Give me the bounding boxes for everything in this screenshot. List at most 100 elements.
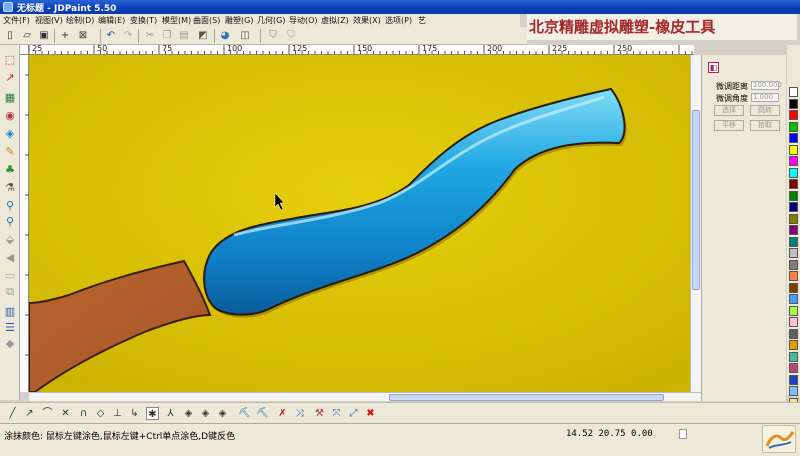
undo-icon[interactable]: ↶ bbox=[104, 29, 118, 42]
color-swatch[interactable] bbox=[789, 386, 798, 396]
snap-icon[interactable]: ✱ bbox=[146, 407, 159, 420]
color-swatch[interactable] bbox=[789, 121, 798, 132]
color-swatch[interactable] bbox=[789, 133, 798, 143]
menu-art[interactable]: 艺 bbox=[418, 15, 426, 26]
redo-icon[interactable]: ↷ bbox=[121, 29, 135, 42]
color-swatch[interactable] bbox=[789, 190, 798, 201]
sculpt-canvas[interactable] bbox=[29, 55, 690, 392]
color-swatch[interactable] bbox=[789, 236, 798, 247]
color-swatch[interactable] bbox=[789, 363, 798, 373]
menu-effect[interactable]: 效果(X) bbox=[353, 15, 381, 26]
select-icon[interactable]: ⬚ bbox=[3, 53, 17, 67]
horizontal-scrollbar[interactable] bbox=[29, 392, 701, 401]
color-swatch[interactable] bbox=[789, 248, 798, 258]
menu-surface[interactable]: 曲面(S) bbox=[193, 15, 220, 26]
pick-button[interactable]: 拾取 bbox=[750, 120, 780, 131]
view-icon[interactable]: ◫ bbox=[238, 29, 252, 42]
color-swatch[interactable] bbox=[789, 374, 798, 385]
layer-icon[interactable]: ▦ bbox=[3, 91, 17, 105]
menu-draw[interactable]: 绘制(D) bbox=[66, 15, 94, 26]
grid-icon[interactable]: ▥ bbox=[3, 305, 17, 319]
cross-icon[interactable]: ✕ bbox=[59, 407, 72, 420]
menu-virtual[interactable]: 虚拟(Z) bbox=[321, 15, 349, 26]
copy-b-icon[interactable]: ◩ bbox=[196, 29, 210, 42]
color-swatch[interactable] bbox=[789, 98, 798, 109]
menu-guide[interactable]: 导动(O) bbox=[289, 15, 318, 26]
color-swatch[interactable] bbox=[789, 156, 798, 166]
pan-button[interactable]: 平移 bbox=[714, 120, 744, 131]
color-swatch[interactable] bbox=[789, 317, 798, 327]
curve-icon[interactable]: ∩ bbox=[77, 407, 90, 420]
eraser-icon[interactable]: ⬙ bbox=[3, 233, 17, 247]
node-icon[interactable]: ⅄ bbox=[164, 407, 177, 420]
color-swatch[interactable] bbox=[789, 271, 798, 281]
relief-view[interactable] bbox=[29, 55, 690, 392]
list-icon[interactable]: ☰ bbox=[3, 321, 17, 335]
brush-b-icon[interactable]: ⛏ bbox=[256, 407, 269, 420]
jump-button[interactable]: 跳转 bbox=[750, 105, 780, 116]
menu-transform[interactable]: 变换(T) bbox=[130, 15, 157, 26]
horizontal-scroll-thumb[interactable] bbox=[389, 394, 664, 401]
color-swatch[interactable] bbox=[789, 110, 798, 120]
polyline-icon[interactable]: ↗ bbox=[23, 407, 36, 420]
zoom-box-icon[interactable]: ⊠ bbox=[76, 29, 90, 42]
color-swatch[interactable] bbox=[789, 294, 798, 304]
color-swatch[interactable] bbox=[789, 167, 798, 178]
menu-model[interactable]: 模型(M) bbox=[162, 15, 191, 26]
nudge-angle-input[interactable]: 1.000 bbox=[751, 93, 779, 102]
tool-c-icon[interactable]: ⤢ bbox=[347, 407, 360, 420]
drop-icon[interactable]: ⚲ bbox=[3, 215, 17, 229]
color-swatch[interactable] bbox=[789, 213, 798, 224]
arc-icon[interactable]: ⌒ bbox=[41, 407, 54, 420]
cross-b-icon[interactable]: ⤨ bbox=[293, 407, 306, 420]
flask-icon[interactable]: ⚗ bbox=[3, 181, 17, 195]
paste-icon[interactable]: ▤ bbox=[177, 29, 191, 42]
color-swatch[interactable] bbox=[789, 87, 798, 97]
nudge-distance-input[interactable]: 100.000 bbox=[751, 81, 782, 90]
color-swatch[interactable] bbox=[789, 305, 798, 316]
menu-options[interactable]: 选项(P) bbox=[385, 15, 412, 26]
open-icon[interactable]: ▱ bbox=[20, 29, 34, 42]
tool-b-icon[interactable]: ⤧ bbox=[330, 407, 343, 420]
arrow-left-icon[interactable]: ◀ bbox=[3, 251, 17, 265]
menu-file[interactable]: 文件(F) bbox=[3, 15, 30, 26]
menu-view[interactable]: 视图(V) bbox=[35, 15, 63, 26]
diamond-c-icon[interactable]: ◈ bbox=[216, 407, 229, 420]
shield-icon[interactable]: ⛉ bbox=[266, 29, 280, 42]
pin-icon[interactable]: ⚲ bbox=[3, 199, 17, 213]
copy-icon[interactable]: ❐ bbox=[160, 29, 174, 42]
color-swatch[interactable] bbox=[789, 202, 798, 212]
delete-icon[interactable]: ✖ bbox=[364, 407, 377, 420]
render-icon[interactable]: ◕ bbox=[218, 29, 232, 42]
new-icon[interactable]: ▯ bbox=[3, 29, 17, 42]
diamond-a-icon[interactable]: ◈ bbox=[182, 407, 195, 420]
color-swatch[interactable] bbox=[789, 144, 798, 155]
select-button[interactable]: 选择 bbox=[714, 105, 744, 116]
line-icon[interactable]: ╱ bbox=[6, 407, 19, 420]
menu-sculpt[interactable]: 雕塑(G) bbox=[225, 15, 253, 26]
shield-outline-icon[interactable]: ⛉ bbox=[284, 29, 298, 42]
sculpt-icon[interactable]: ♣ bbox=[3, 163, 17, 177]
brush-a-icon[interactable]: ⛏ bbox=[238, 407, 251, 420]
tangent-icon[interactable]: ↳ bbox=[128, 407, 141, 420]
menu-edit[interactable]: 编辑(E) bbox=[98, 15, 125, 26]
paint-bucket-icon[interactable]: ◈ bbox=[3, 127, 17, 141]
sphere-icon[interactable]: ◉ bbox=[3, 109, 17, 123]
color-swatch[interactable] bbox=[789, 179, 798, 189]
perpendicular-icon[interactable]: ⊥ bbox=[111, 407, 124, 420]
color-swatch[interactable] bbox=[789, 328, 798, 339]
tool-a-icon[interactable]: ⚒ bbox=[313, 407, 326, 420]
color-swatch[interactable] bbox=[789, 225, 798, 235]
cut-icon[interactable]: ✂ bbox=[143, 29, 157, 42]
ruler-icon[interactable]: ▭ bbox=[3, 269, 17, 283]
color-swatch[interactable] bbox=[789, 351, 798, 362]
save-icon[interactable]: ▣ bbox=[37, 29, 51, 42]
diamond-icon[interactable]: ◇ bbox=[94, 407, 107, 420]
color-swatch[interactable] bbox=[789, 282, 798, 293]
slice-icon[interactable]: ⧉ bbox=[3, 285, 17, 299]
cross-a-icon[interactable]: ✗ bbox=[276, 407, 289, 420]
color-swatch[interactable] bbox=[789, 259, 798, 270]
node-edit-icon[interactable]: ↗ bbox=[3, 71, 17, 85]
vertical-scroll-thumb[interactable] bbox=[692, 110, 700, 290]
crosshair-icon[interactable]: + bbox=[58, 29, 72, 42]
